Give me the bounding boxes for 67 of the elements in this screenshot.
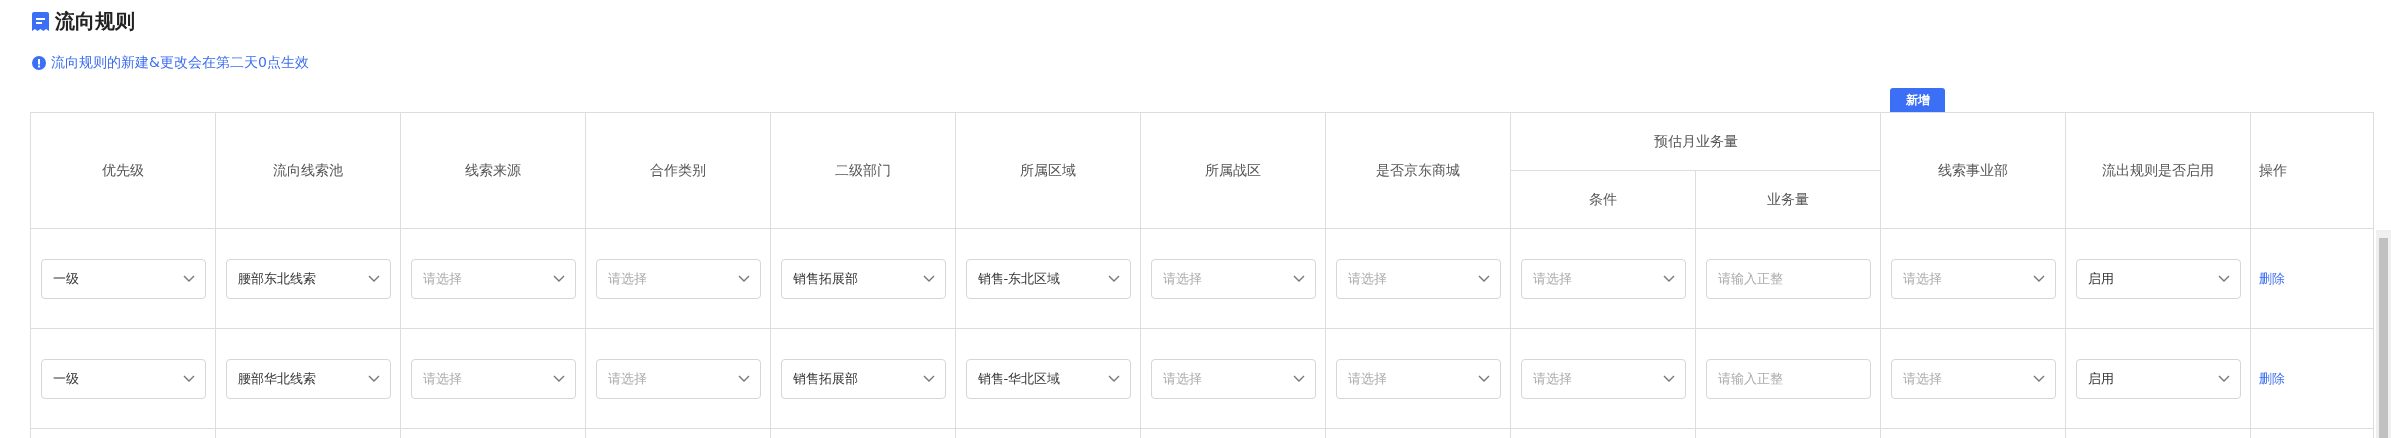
chevron-down-icon	[1107, 374, 1120, 383]
chevron-down-icon	[1477, 374, 1490, 383]
select-field[interactable]: 请选择	[410, 258, 576, 299]
chevron-down-icon	[737, 374, 750, 383]
select-field[interactable]: 销售拓展部	[780, 258, 946, 299]
chevron-down-icon	[552, 374, 565, 383]
column-header: 二级部门	[835, 161, 891, 180]
chevron-down-icon	[2217, 274, 2230, 283]
column-header: 所属战区	[1205, 161, 1261, 180]
delete-link[interactable]: 删除	[2259, 269, 2285, 288]
select-field[interactable]: 一级	[40, 258, 206, 299]
page-title: 流向规则	[55, 7, 135, 35]
select-field[interactable]: 请选择	[1150, 258, 1316, 299]
column-header: 是否京东商城	[1376, 161, 1460, 180]
chevron-down-icon	[2217, 374, 2230, 383]
column-header: 所属区域	[1020, 161, 1076, 180]
chevron-down-icon	[1662, 274, 1675, 283]
column-header: 操作	[2259, 161, 2287, 180]
column-header: 优先级	[102, 161, 144, 180]
input-field[interactable]: 请输入正整	[1705, 258, 1871, 299]
chevron-down-icon	[1477, 274, 1490, 283]
select-field[interactable]: 销售-东北区域	[965, 258, 1131, 299]
select-field[interactable]: 销售拓展部	[780, 358, 946, 399]
column-header: 流出规则是否启用	[2102, 161, 2214, 180]
chevron-down-icon	[367, 274, 380, 283]
delete-link[interactable]: 删除	[2259, 369, 2285, 388]
chevron-down-icon	[2032, 274, 2045, 283]
select-field[interactable]: 请选择	[1150, 358, 1316, 399]
column-header: 业务量	[1767, 190, 1809, 209]
chevron-down-icon	[1107, 274, 1120, 283]
select-field[interactable]: 请选择	[595, 358, 761, 399]
chevron-down-icon	[182, 374, 195, 383]
select-field[interactable]: 请选择	[1520, 258, 1686, 299]
select-field[interactable]: 启用	[2075, 258, 2241, 299]
chevron-down-icon	[2032, 374, 2045, 383]
select-field[interactable]: 腰部华北线索	[225, 358, 391, 399]
select-field[interactable]: 请选择	[1520, 358, 1686, 399]
column-header: 线索来源	[465, 161, 521, 180]
input-field[interactable]: 请输入正整	[1705, 358, 1871, 399]
select-field[interactable]: 请选择	[595, 258, 761, 299]
notice-text: 流向规则的新建&更改会在第二天0点生效	[51, 54, 309, 72]
select-field[interactable]: 请选择	[1890, 358, 2056, 399]
column-group-header: 预估月业务量	[1653, 132, 1738, 151]
chevron-down-icon	[737, 274, 750, 283]
document-icon	[32, 11, 49, 31]
column-header: 合作类别	[650, 161, 706, 180]
info-icon	[32, 56, 46, 70]
chevron-down-icon	[1662, 374, 1675, 383]
select-field[interactable]: 腰部东北线索	[225, 258, 391, 299]
select-field[interactable]: 一级	[40, 358, 206, 399]
select-field[interactable]: 启用	[2075, 358, 2241, 399]
chevron-down-icon	[182, 274, 195, 283]
select-field[interactable]: 请选择	[410, 358, 576, 399]
chevron-down-icon	[552, 274, 565, 283]
select-field[interactable]: 销售-华北区域	[965, 358, 1131, 399]
chevron-down-icon	[922, 274, 935, 283]
select-field[interactable]: 请选择	[1335, 258, 1501, 299]
column-header: 线索事业部	[1938, 161, 2008, 180]
column-header: 条件	[1589, 190, 1617, 209]
add-button[interactable]: 新增	[1890, 88, 1945, 112]
chevron-down-icon	[367, 374, 380, 383]
chevron-down-icon	[922, 374, 935, 383]
chevron-down-icon	[1292, 274, 1305, 283]
select-field[interactable]: 请选择	[1890, 258, 2056, 299]
chevron-down-icon	[1292, 374, 1305, 383]
select-field[interactable]: 请选择	[1335, 358, 1501, 399]
column-header: 流向线索池	[273, 161, 343, 180]
